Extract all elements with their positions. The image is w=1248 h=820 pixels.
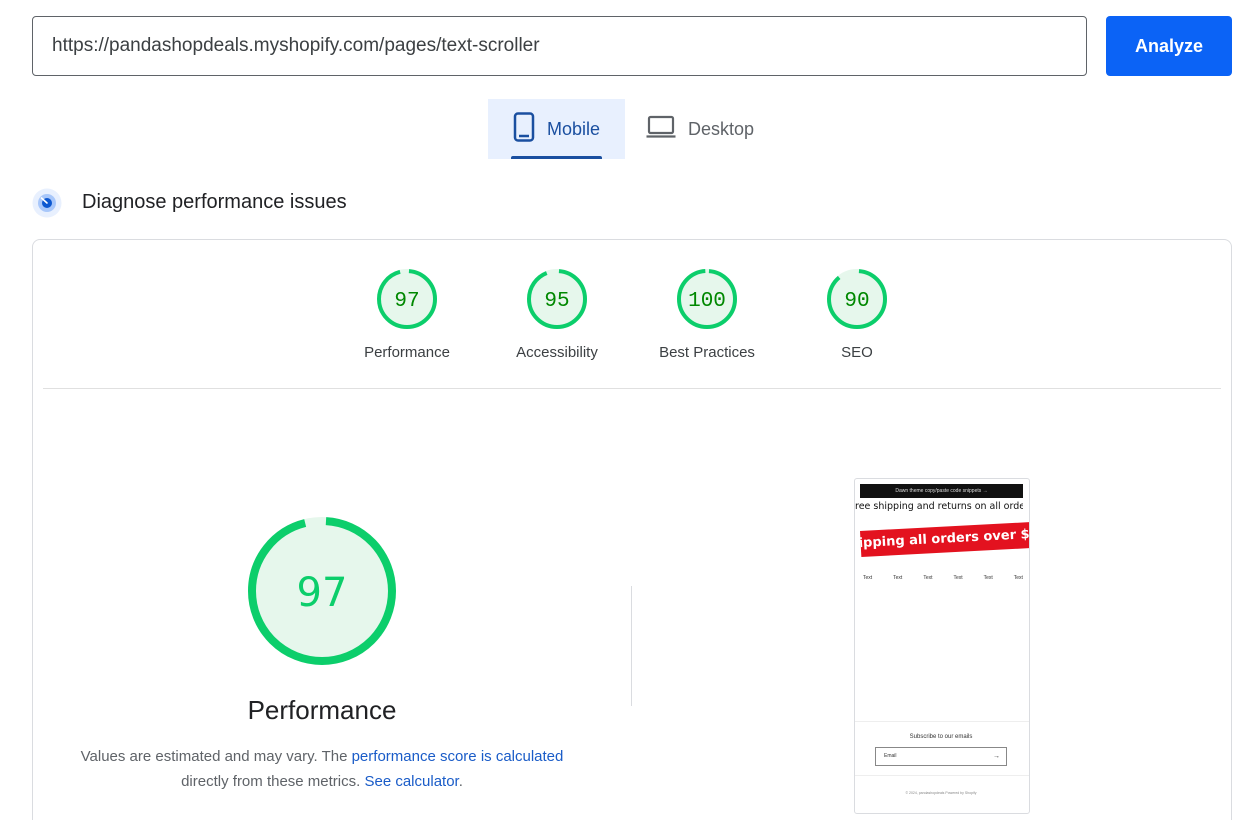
- score-label: Performance: [364, 344, 450, 361]
- score-value: 97: [394, 290, 419, 313]
- note-text: Values are estimated and may vary. The: [80, 748, 352, 765]
- text-item: Text: [863, 575, 873, 581]
- marquee-text: ree shipping and returns on all orders: [855, 501, 1023, 512]
- performance-gauge: 97: [245, 514, 399, 673]
- score-gauge-accessibility[interactable]: 95 Accessibility: [482, 268, 632, 361]
- promo-banner-text: ipping all orders over $50: [860, 526, 1030, 552]
- url-input[interactable]: [32, 16, 1087, 76]
- arrow-right-icon: →: [993, 753, 1000, 760]
- text-item: Text: [953, 575, 963, 581]
- email-placeholder: Email: [884, 753, 897, 759]
- tab-desktop-label: Desktop: [688, 118, 755, 139]
- divider: [855, 721, 1029, 722]
- performance-note: Values are estimated and may vary. The p…: [63, 744, 581, 794]
- text-item: Text: [893, 575, 903, 581]
- footer-text: © 2024, pandashopdeals Powered by Shopif…: [905, 791, 977, 795]
- score-ring: 97: [377, 269, 437, 329]
- tab-desktop[interactable]: Desktop: [632, 99, 772, 159]
- score-gauge-best-practices[interactable]: 100 Best Practices: [632, 268, 782, 361]
- note-text: .: [458, 773, 463, 790]
- note-text: directly from these metrics.: [181, 773, 365, 790]
- tab-selected-indicator: [511, 156, 602, 159]
- promo-banner: ipping all orders over $50: [860, 521, 1030, 557]
- score-label: SEO: [841, 344, 873, 361]
- score-gauge-performance[interactable]: 97 Performance: [332, 268, 482, 361]
- text-item: Text: [1013, 575, 1023, 581]
- email-field: Email →: [875, 747, 1007, 766]
- score-ring: 95: [527, 269, 587, 329]
- section-title: Diagnose performance issues: [82, 191, 347, 213]
- score-gauge-seo[interactable]: 90 SEO: [782, 268, 932, 361]
- text-item: Text: [983, 575, 993, 581]
- gauge-icon: [32, 188, 62, 218]
- score-value: 90: [844, 290, 869, 313]
- analyze-button[interactable]: Analyze: [1106, 16, 1232, 76]
- report-card: 97 Performance 95 Accessibility 100 Best…: [32, 239, 1232, 820]
- score-label: Accessibility: [516, 344, 598, 361]
- performance-title: Performance: [247, 695, 397, 725]
- divider: [855, 775, 1029, 776]
- see-calculator-link[interactable]: See calculator: [364, 773, 458, 790]
- tab-mobile[interactable]: Mobile: [488, 99, 625, 159]
- score-value: 100: [688, 290, 726, 313]
- announcement-bar: Dawn theme copy/paste code snippets →: [860, 484, 1023, 498]
- score-label: Best Practices: [659, 344, 755, 361]
- divider: [43, 388, 1221, 389]
- phone-icon: [513, 111, 535, 147]
- performance-score-link[interactable]: performance score is calculated: [352, 748, 564, 765]
- score-ring: 100: [677, 269, 737, 329]
- performance-score-value: 97: [297, 570, 348, 616]
- vertical-divider: [631, 586, 632, 706]
- laptop-icon: [646, 115, 676, 144]
- page-screenshot-thumbnail: Dawn theme copy/paste code snippets → re…: [854, 478, 1030, 814]
- text-items-row: Text Text Text Text Text Text: [863, 575, 1023, 581]
- score-value: 95: [544, 290, 569, 313]
- subscribe-title: Subscribe to our emails: [909, 734, 973, 740]
- score-ring: 90: [827, 269, 887, 329]
- tab-mobile-label: Mobile: [546, 118, 601, 139]
- text-item: Text: [923, 575, 933, 581]
